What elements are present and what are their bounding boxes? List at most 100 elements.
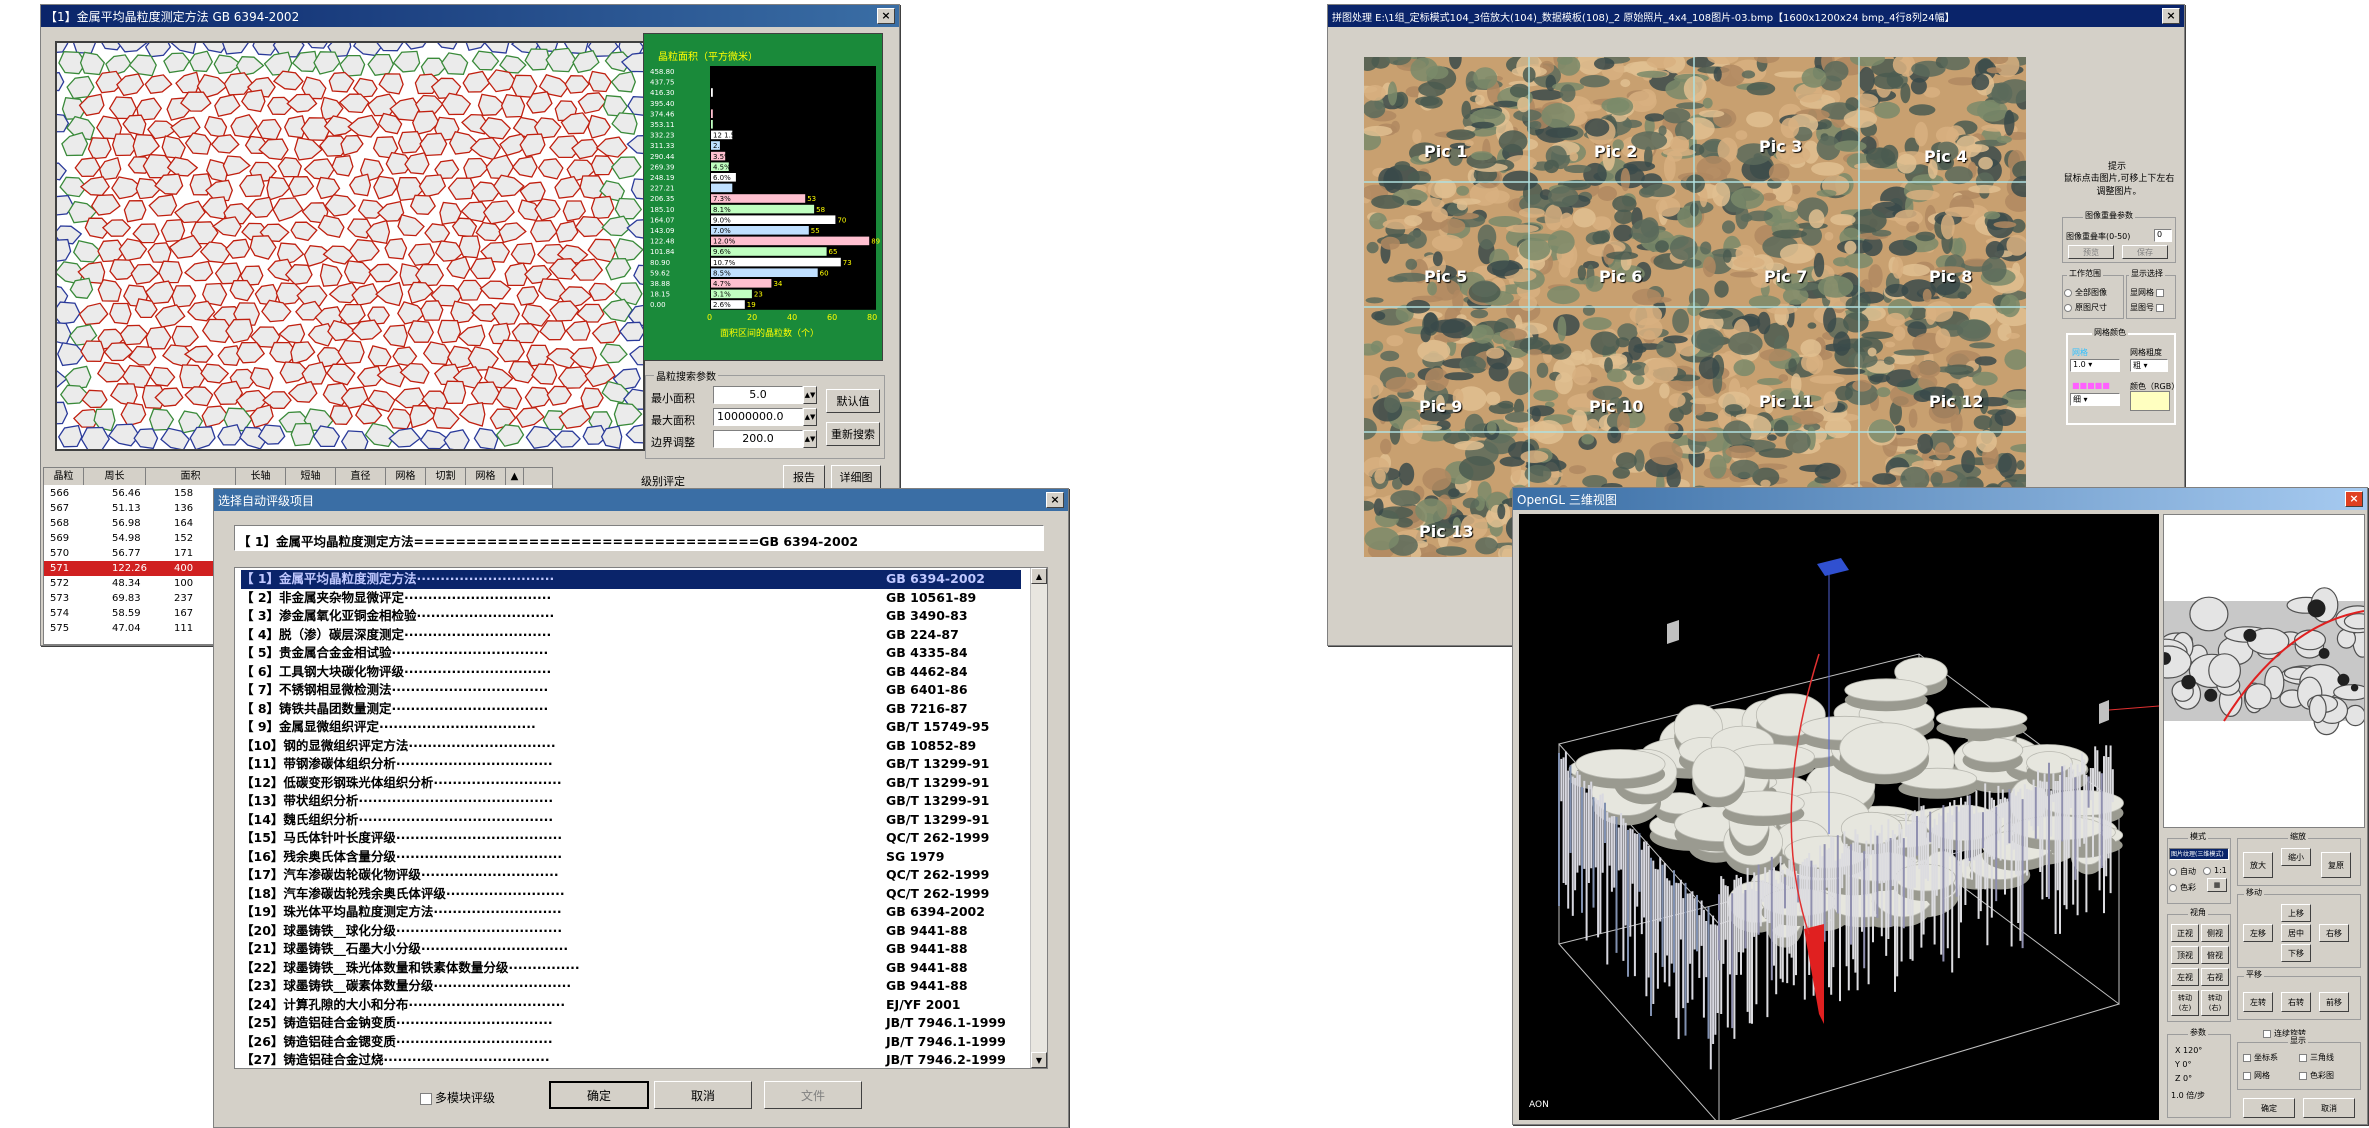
preview-button[interactable]: 预览 — [2068, 245, 2114, 259]
display-color-option[interactable]: 色彩图 — [2299, 1070, 2334, 1081]
mode-select[interactable]: 图片纹理(三维模式) — [2169, 848, 2229, 860]
display-color-checkbox[interactable] — [2299, 1071, 2307, 1080]
pan-left-button[interactable]: 左转 — [2243, 992, 2273, 1012]
rotate-right-button[interactable]: 转动(右) — [2201, 990, 2229, 1016]
ok-button[interactable]: 确定 — [549, 1081, 649, 1109]
col-header[interactable]: 直径 — [336, 468, 386, 485]
grid-size-select[interactable]: 1.0 ▾ — [2070, 359, 2120, 372]
list-item[interactable]: 【18】汽车渗碳齿轮残余奥氏体评级·······················… — [241, 885, 1021, 904]
opt-color-radio[interactable] — [2169, 883, 2177, 892]
opt-color[interactable]: 色彩 — [2169, 882, 2196, 893]
list-item[interactable]: 【22】球墨铸铁__珠光体数量和铁素体数量分级··············· GB… — [241, 959, 1021, 978]
default-button[interactable]: 默认值 — [826, 389, 880, 413]
show-grid-checkbox[interactable] — [2156, 288, 2164, 297]
work-size-radio[interactable] — [2064, 303, 2072, 312]
grid-color-swatch[interactable] — [2130, 391, 2170, 411]
list-item[interactable]: 【15】马氏体针叶长度评级···························… — [241, 829, 1021, 848]
col-header[interactable]: 长轴 — [236, 468, 286, 485]
min-area-spinner[interactable]: ▲▼ — [803, 386, 817, 404]
col-header[interactable]: 晶粒 — [44, 468, 84, 485]
display-axes-checkbox[interactable] — [2243, 1053, 2251, 1062]
cancel-button[interactable]: 取消 — [654, 1081, 752, 1109]
close-icon[interactable]: × — [877, 8, 895, 24]
list-item[interactable]: 【 3】渗金属氧化亚铜金相检验·························… — [241, 607, 1021, 626]
3d-ok-button[interactable]: 确定 — [2243, 1098, 2295, 1118]
auto-rotate-checkbox[interactable] — [2263, 1029, 2271, 1038]
file-button[interactable]: 文件 — [764, 1081, 862, 1109]
show-num-option[interactable]: 显图号 — [2130, 302, 2167, 313]
list-item[interactable]: 【17】汽车渗碳齿轮碳化物评级·························… — [241, 866, 1021, 885]
list-item[interactable]: 【14】魏氏组织分析······························… — [241, 811, 1021, 830]
col-header[interactable]: 面积 — [146, 468, 236, 485]
list-item[interactable]: 【 9】金属显微组织评定····························… — [241, 718, 1021, 737]
multi-module-option[interactable]: 多模块评级 — [420, 1089, 495, 1106]
multi-module-checkbox[interactable] — [420, 1092, 432, 1105]
list-item[interactable]: 【 8】铸铁共晶团数量测定···························… — [241, 700, 1021, 719]
pan-forward-button[interactable]: 前移 — [2319, 992, 2349, 1012]
scroll-right-icon[interactable]: ▲ — [506, 468, 524, 485]
list-item[interactable]: 【 5】贵金属合金金相试验···························… — [241, 644, 1021, 663]
col-header[interactable]: 周长 — [84, 468, 146, 485]
opt-auto[interactable]: 自动 — [2169, 866, 2196, 877]
scroll-down-icon[interactable]: ▼ — [1031, 1052, 1047, 1068]
detail-button[interactable]: 详细图 — [831, 465, 881, 489]
border-input[interactable]: 200.0 — [713, 430, 803, 448]
list-item[interactable]: 【23】球墨铸铁__碳素体数量分级·······················… — [241, 977, 1021, 996]
list-item[interactable]: 【 2】非金属夹杂物显微评定··························… — [241, 589, 1021, 608]
zoom-in-button[interactable]: 放大 — [2243, 852, 2273, 878]
list-item[interactable]: 【 6】工具钢大块碳化物评级··························… — [241, 663, 1021, 682]
show-grid-option[interactable]: 显网格 — [2130, 287, 2167, 298]
list-item[interactable]: 【12】低碳变形钢珠光体组织分析························… — [241, 774, 1021, 793]
col-header[interactable]: 切割 — [426, 468, 466, 485]
list-item[interactable]: 【 4】脱（渗）碳层深度测定··························… — [241, 626, 1021, 645]
display-tri-checkbox[interactable] — [2299, 1053, 2307, 1062]
list-item[interactable]: 【 1】金属平均晶粒度测定方法·························… — [241, 570, 1021, 589]
work-all-radio[interactable] — [2064, 288, 2072, 297]
list-item[interactable]: 【13】带状组织分析······························… — [241, 792, 1021, 811]
list-item[interactable]: 【19】珠光体平均晶粒度测定方法························… — [241, 903, 1021, 922]
min-area-input[interactable]: 5.0 — [713, 386, 803, 404]
3d-cancel-button[interactable]: 取消 — [2303, 1098, 2355, 1118]
close-icon[interactable]: × — [2162, 8, 2180, 24]
work-all-option[interactable]: 全部图像 — [2064, 287, 2107, 298]
list-item[interactable]: 【10】钢的显微组织评定方法··························… — [241, 737, 1021, 756]
report-button[interactable]: 报告 — [783, 465, 825, 489]
3d-thumbnail[interactable] — [2163, 514, 2365, 828]
display-tri-option[interactable]: 三角线 — [2299, 1052, 2334, 1063]
palette-button[interactable]: ▦ — [2207, 878, 2227, 892]
move-right-button[interactable]: 右移 — [2319, 924, 2349, 942]
list-item[interactable]: 【26】铸造铝硅合金锶变质···························… — [241, 1033, 1021, 1052]
list-scrollbar[interactable]: ▲ ▼ — [1030, 568, 1047, 1068]
border-spinner[interactable]: ▲▼ — [803, 430, 817, 448]
research-button[interactable]: 重新搜索 — [826, 422, 880, 446]
close-icon[interactable]: × — [2345, 491, 2363, 507]
grid-fine-select[interactable]: 细 ▾ — [2070, 393, 2120, 406]
current-standard-field[interactable]: 【 1】金属平均晶粒度测定方法=========================… — [234, 525, 1044, 551]
list-item[interactable]: 【 7】不锈钢相显微检测法···························… — [241, 681, 1021, 700]
display-axes-option[interactable]: 坐标系 — [2243, 1052, 2278, 1063]
top-view-button[interactable]: 顶视 — [2171, 946, 2199, 964]
rotate-left-button[interactable]: 转动(左) — [2171, 990, 2199, 1016]
opt-11-radio[interactable] — [2203, 866, 2211, 875]
mosaic-image[interactable]: Pic 1 Pic 2 Pic 3 Pic 4 Pic 5 Pic 6 Pic 7 Pic 8… — [1364, 57, 2026, 557]
grid-thick-select[interactable]: 粗 ▾ — [2130, 359, 2168, 372]
front-view-button[interactable]: 正视 — [2171, 924, 2199, 942]
move-down-button[interactable]: 下移 — [2281, 944, 2311, 962]
grain-image-panel[interactable] — [55, 41, 645, 451]
display-grid-option[interactable]: 网格 — [2243, 1070, 2270, 1081]
opt-auto-radio[interactable] — [2169, 867, 2177, 876]
right-view-button[interactable]: 右视 — [2201, 968, 2229, 986]
show-num-checkbox[interactable] — [2156, 303, 2164, 312]
move-left-button[interactable]: 左移 — [2243, 924, 2273, 942]
opt-11[interactable]: 1:1 — [2203, 866, 2227, 875]
work-size-option[interactable]: 原图尺寸 — [2064, 302, 2107, 313]
left-view-button[interactable]: 左视 — [2171, 968, 2199, 986]
max-area-spinner[interactable]: ▲▼ — [803, 408, 817, 426]
display-grid-checkbox[interactable] — [2243, 1071, 2251, 1080]
zoom-reset-button[interactable]: 复原 — [2321, 852, 2351, 878]
scroll-up-icon[interactable]: ▲ — [1031, 568, 1047, 584]
list-item[interactable]: 【24】计算孔隙的大小和分布··························… — [241, 996, 1021, 1015]
move-center-button[interactable]: 居中 — [2281, 924, 2311, 942]
list-item[interactable]: 【11】带钢渗碳体组织分析···························… — [241, 755, 1021, 774]
overlap-input[interactable]: 0 — [2154, 229, 2172, 242]
